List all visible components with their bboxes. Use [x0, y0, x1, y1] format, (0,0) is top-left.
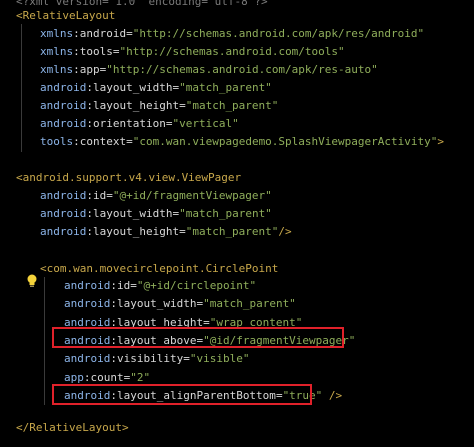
highlight-align-parent-bottom	[52, 384, 312, 405]
attribute-line: android:orientation="vertical"	[40, 116, 239, 132]
code-token: xmlns	[40, 27, 74, 40]
attribute-name: layout_height	[92, 99, 180, 112]
code-token: android	[40, 81, 87, 94]
attribute-value: "http://schemas.android.com/apk/res/andr…	[132, 27, 425, 40]
code-token: android	[40, 99, 87, 112]
code-token: :	[86, 225, 93, 238]
code-token: app	[64, 370, 84, 384]
code-token: android	[40, 117, 87, 130]
attribute-name: app	[79, 63, 100, 76]
attribute-line: xmlns:app="http://schemas.android.com/ap…	[40, 62, 378, 78]
code-token: android	[40, 207, 87, 220]
attribute-value: "http://schemas.android.com/tools"	[119, 45, 345, 58]
attribute-line: android:layout_height="match_parent"	[40, 98, 278, 114]
attribute-value: "http://schemas.android.com/apk/res-auto…	[106, 63, 378, 76]
attribute-name: android	[79, 27, 127, 40]
code-token: :	[73, 45, 80, 58]
attribute-line: xmlns:android="http://schemas.android.co…	[40, 26, 424, 42]
attribute-value: "visible"	[189, 352, 250, 366]
code-token: tools	[40, 135, 74, 148]
attribute-value: "match_parent"	[185, 99, 279, 112]
attribute-name: visibility	[116, 352, 184, 366]
attribute-name: tools	[79, 45, 113, 58]
attribute-value: "match_parent"	[179, 81, 272, 94]
attribute-value: "@+id/fragmentViewpager"	[112, 189, 272, 202]
attribute-value: "com.wan.viewpagedemo.SplashViewpagerAct…	[132, 135, 438, 148]
circlepoint-open-tag: <com.wan.movecirclepoint.CirclePoint	[40, 262, 279, 275]
root-open-tag: <RelativeLayout	[16, 9, 116, 22]
attribute-value: "2"	[130, 370, 151, 384]
attribute-value: "vertical"	[172, 117, 239, 130]
attribute-name: id	[92, 189, 107, 202]
code-token: >	[437, 135, 444, 148]
code-token: :	[86, 117, 93, 130]
code-token: android	[40, 189, 87, 202]
code-token: =	[130, 279, 137, 292]
attribute-line: android:id="@+id/circlepoint"	[64, 278, 256, 294]
code-token: xmlns	[40, 63, 74, 76]
code-token: =	[106, 189, 113, 202]
code-token: :	[110, 297, 117, 311]
indent-guide	[44, 277, 45, 405]
attribute-line: android:visibility="visible"	[64, 351, 249, 367]
code-token: :	[73, 27, 80, 40]
code-token: =	[126, 135, 133, 148]
indent-guide	[21, 24, 22, 152]
code-token: :	[86, 207, 93, 220]
code-token: :	[86, 99, 93, 112]
viewpager-open-tag: <android.support.v4.view.ViewPager	[16, 171, 242, 184]
attribute-name: layout_width	[116, 297, 197, 311]
code-token: :	[83, 370, 91, 384]
code-token: :	[110, 352, 117, 366]
code-token: :	[86, 81, 93, 94]
attribute-name: count	[90, 370, 124, 384]
attribute-name: layout_height	[92, 225, 180, 238]
attribute-name: layout_width	[92, 207, 173, 220]
attribute-line: android:id="@+id/fragmentViewpager"	[40, 188, 272, 204]
attribute-line: android:layout_width="match_parent"	[40, 206, 272, 222]
attribute-name: context	[79, 135, 127, 148]
attribute-value: "match_parent"	[203, 297, 296, 311]
attribute-line: android:layout_width="match_parent"	[40, 80, 272, 96]
code-token: android	[64, 352, 111, 366]
attribute-name: id	[116, 279, 131, 292]
attribute-value: "match_parent"	[185, 225, 279, 238]
attribute-line: android:layout_height="match_parent"/>	[40, 224, 292, 240]
code-token: =	[179, 99, 186, 112]
code-token: :	[73, 135, 80, 148]
attribute-name: layout_width	[92, 81, 173, 94]
code-token: =	[126, 27, 133, 40]
code-token: />	[322, 388, 343, 402]
code-token: :	[110, 279, 117, 292]
code-token: android	[64, 297, 111, 311]
attribute-value: "@+id/circlepoint"	[136, 279, 257, 292]
code-token: :	[73, 63, 80, 76]
attribute-line: tools:context="com.wan.viewpagedemo.Spla…	[40, 134, 444, 150]
attribute-line: android:layout_width="match_parent"	[64, 296, 296, 312]
attribute-line: xmlns:tools="http://schemas.android.com/…	[40, 44, 345, 60]
attribute-value: "match_parent"	[179, 207, 272, 220]
lightbulb-icon[interactable]	[26, 274, 38, 288]
code-token: =	[179, 225, 186, 238]
highlight-layout-above	[52, 327, 344, 348]
code-token: =	[183, 352, 190, 366]
code-token: />	[278, 225, 292, 238]
code-token: android	[40, 225, 87, 238]
attribute-name: orientation	[92, 117, 166, 130]
code-token: android	[64, 279, 111, 292]
code-token: xmlns	[40, 45, 74, 58]
code-token: =	[112, 45, 120, 58]
code-token: :	[86, 189, 93, 202]
root-close-tag: </RelativeLayout>	[16, 421, 129, 434]
